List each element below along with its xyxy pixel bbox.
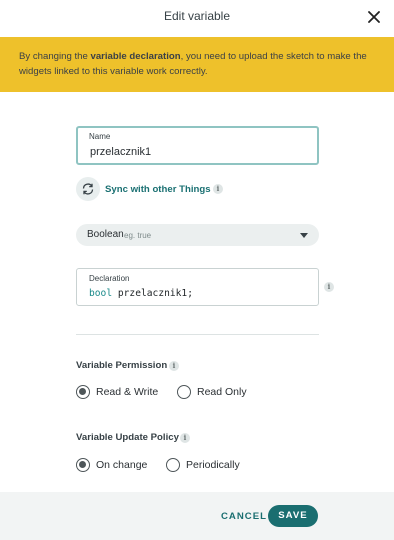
radio-periodically[interactable]: Periodically [166,458,240,472]
radio-checked-icon [76,385,90,399]
radio-read-write[interactable]: Read & Write [76,385,158,399]
declaration-field[interactable]: Declaration bool przelacznik1; [76,268,319,306]
radio-read-write-label: Read & Write [96,386,159,398]
dialog-header: Edit variable [0,0,394,37]
radio-unchecked-icon [177,385,191,399]
type-select-value: Boolean [87,229,124,240]
type-select-hint: eg. true [124,231,152,240]
radio-read-only[interactable]: Read Only [177,385,247,399]
dialog-title: Edit variable [163,9,231,23]
radio-unchecked-icon [166,458,180,472]
info-icon[interactable]: i [169,361,179,371]
update-policy-title: Variable Update Policy [76,432,179,443]
name-field-label: Name [89,132,111,141]
sync-icon [82,183,94,195]
radio-on-change[interactable]: On change [76,458,147,472]
radio-read-only-label: Read Only [197,386,247,398]
info-icon[interactable]: i [180,433,190,443]
name-input[interactable]: przelacznik1 [90,146,151,158]
dialog-footer [0,492,394,540]
name-field[interactable]: Name przelacznik1 [76,126,319,165]
declaration-keyword: bool [89,288,113,299]
banner-text-before: By changing the [19,51,91,62]
info-icon[interactable]: i [324,282,334,292]
radio-checked-icon [76,458,90,472]
declaration-code: bool przelacznik1; [89,288,193,299]
close-button[interactable] [362,5,386,29]
warning-banner: By changing the variable declaration, yo… [0,37,394,92]
type-select[interactable]: Boolean eg. true [76,224,319,246]
radio-on-change-label: On change [96,459,148,471]
cancel-button[interactable]: CANCEL [221,511,267,522]
caret-down-icon [300,233,308,238]
save-button[interactable]: SAVE [268,505,318,527]
banner-text-bold: variable declaration [90,51,181,62]
info-icon[interactable]: i [213,184,223,194]
close-icon [368,11,380,23]
declaration-rest: przelacznik1; [112,288,193,299]
declaration-label: Declaration [89,274,130,283]
sync-button[interactable] [76,177,100,201]
sync-label[interactable]: Sync with other Things [105,184,211,195]
section-divider [76,334,319,335]
radio-periodically-label: Periodically [186,459,240,471]
permission-title: Variable Permission [76,360,168,371]
